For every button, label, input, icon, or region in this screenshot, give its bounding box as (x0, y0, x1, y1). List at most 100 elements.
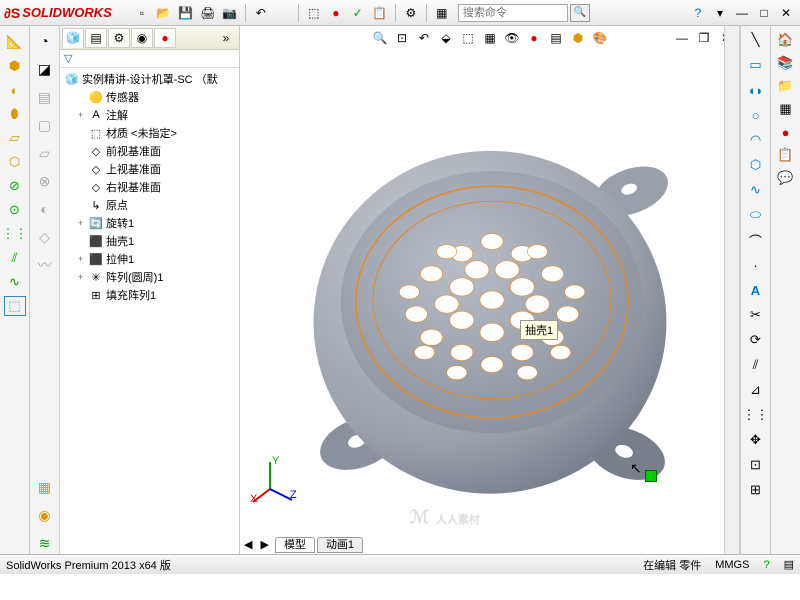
open-icon[interactable]: 📂 (154, 3, 174, 23)
display-style-icon[interactable]: ▦ (480, 28, 500, 48)
tree-item[interactable]: ⬛抽壳1 (60, 232, 239, 250)
mirror-icon[interactable]: ⫽ (4, 248, 26, 268)
status-tags-icon[interactable]: ▤ (784, 558, 794, 571)
status-units[interactable]: MMGS (715, 559, 749, 571)
rebuild-icon[interactable]: ● (326, 3, 346, 23)
tab-feature-tree[interactable]: 🧊 (62, 28, 84, 48)
viewport-tab[interactable]: 动画1 (317, 537, 363, 553)
mirror-sketch-icon[interactable]: ⊿ (745, 380, 767, 400)
spline-tool-icon[interactable]: ∿ (745, 180, 767, 200)
smart-dimension-icon[interactable]: 📐 (4, 32, 26, 52)
filter-icon[interactable]: ▽ (64, 52, 72, 65)
print-icon[interactable]: 🖨 (198, 3, 218, 23)
rib-icon[interactable]: ▤ (34, 86, 56, 108)
arc-icon[interactable]: ◠ (745, 130, 767, 150)
search-input[interactable] (458, 4, 568, 22)
tree-item[interactable]: ◇前视基准面 (60, 142, 239, 160)
file-explorer-icon[interactable]: 📁 (775, 76, 797, 96)
view-settings-icon[interactable]: ⬢ (568, 28, 588, 48)
tab-scroll-left-icon[interactable]: ◀ (240, 538, 256, 551)
display-relations-icon[interactable]: ⊡ (745, 455, 767, 475)
tree-root[interactable]: 🧊 实例精讲-设计机罩-SC （默 (60, 70, 239, 88)
instant3d-icon[interactable]: ▦ (34, 476, 56, 498)
line-icon[interactable]: ╲ (745, 30, 767, 50)
redo-icon[interactable] (273, 3, 293, 23)
appearances-icon[interactable]: ● (775, 122, 797, 142)
wrap-icon[interactable]: ⊗ (34, 170, 56, 192)
taskpane-collapsed[interactable] (724, 26, 740, 554)
tab-display-mgr[interactable]: ● (154, 28, 176, 48)
new-icon[interactable]: ▫ (132, 3, 152, 23)
expander-icon[interactable]: + (78, 272, 88, 282)
extrude-cut-icon[interactable]: ⬡ (4, 152, 26, 172)
trim-icon[interactable]: ✂ (745, 305, 767, 325)
fillet-icon[interactable]: ◔ (34, 30, 56, 52)
slot-icon[interactable]: ◖◗ (745, 80, 767, 100)
ref-geom-icon[interactable]: ◇ (34, 226, 56, 248)
tree-item[interactable]: ⬚材质 <未指定> (60, 124, 239, 142)
tree-item[interactable]: 🟡传感器 (60, 88, 239, 106)
save-icon[interactable]: 💾 (176, 3, 196, 23)
screen-capture-icon[interactable]: 📷 (220, 3, 240, 23)
zoom-fit-icon[interactable]: 🔍 (370, 28, 390, 48)
extrude-boss-icon[interactable]: ⬢ (4, 56, 26, 76)
tab-expand-icon[interactable]: » (215, 28, 237, 48)
settings-icon[interactable]: ⚙ (401, 3, 421, 23)
options-icon[interactable]: ✓ (348, 3, 368, 23)
viewport-tab[interactable]: 模型 (275, 537, 315, 553)
sweep-boss-icon[interactable]: ⬮ (4, 104, 26, 124)
tab-dimxpert[interactable]: ◉ (131, 28, 153, 48)
undo-icon[interactable]: ↶ (251, 3, 271, 23)
loft-boss-icon[interactable]: ▱ (4, 128, 26, 148)
convert-icon[interactable]: ⟳ (745, 330, 767, 350)
prev-view-icon[interactable]: ↶ (414, 28, 434, 48)
tree-item[interactable]: ◇右视基准面 (60, 178, 239, 196)
point-icon[interactable]: · (745, 255, 767, 275)
custom-props-icon[interactable]: 📋 (775, 145, 797, 165)
revolve-cut-icon[interactable]: ⊙ (4, 200, 26, 220)
rectangle-select-icon[interactable]: ⬚ (4, 296, 26, 316)
pattern-sketch-icon[interactable]: ⋮⋮ (745, 405, 767, 425)
search-button[interactable]: 🔍 (570, 4, 590, 22)
tree-item[interactable]: +⬛拉伸1 (60, 250, 239, 268)
tab-property-mgr[interactable]: ▤ (85, 28, 107, 48)
quick-snaps-icon[interactable]: ⊞ (745, 480, 767, 500)
tree-item[interactable]: +🔄旋转1 (60, 214, 239, 232)
sw-forum-icon[interactable]: 💬 (775, 168, 797, 188)
draft-icon[interactable]: ▱ (34, 142, 56, 164)
expander-icon[interactable]: + (78, 218, 88, 228)
hide-show-icon[interactable]: 👁 (502, 28, 522, 48)
linear-pattern-icon[interactable]: ⋮⋮ (4, 224, 26, 244)
view-orientation-icon[interactable]: ⬚ (458, 28, 478, 48)
chamfer-icon[interactable]: ◪ (34, 58, 56, 80)
view-palette-icon[interactable]: ▦ (775, 99, 797, 119)
render-tools-icon[interactable]: 🎨 (590, 28, 610, 48)
tree-item[interactable]: +A注解 (60, 106, 239, 124)
help-icon[interactable]: ? (688, 3, 708, 23)
design-library-icon[interactable]: 📚 (775, 53, 797, 73)
hole-wizard-icon[interactable]: ⊘ (4, 176, 26, 196)
dropdown-icon[interactable]: ▾ (710, 3, 730, 23)
close-icon[interactable]: ✕ (776, 3, 796, 23)
status-rebuild-icon[interactable]: ? (763, 559, 769, 571)
curves-icon[interactable]: 〰 (34, 254, 56, 276)
selection-handle[interactable] (645, 470, 657, 482)
polygon-icon[interactable]: ⬡ (745, 155, 767, 175)
select-icon[interactable]: ⬚ (304, 3, 324, 23)
spline-icon[interactable]: ∿ (4, 272, 26, 292)
revolve-boss-icon[interactable]: ◐ (4, 80, 26, 100)
expander-icon[interactable]: + (78, 110, 88, 120)
minimize-icon[interactable]: ― (732, 3, 752, 23)
fillet-sketch-icon[interactable]: ⌒ (745, 230, 767, 250)
dome-icon[interactable]: ◐ (34, 198, 56, 220)
tree-item[interactable]: ↳原点 (60, 196, 239, 214)
section-view-icon[interactable]: ⬙ (436, 28, 456, 48)
tab-config-mgr[interactable]: ⚙ (108, 28, 130, 48)
edit-appearance-icon[interactable]: ● (524, 28, 544, 48)
model-canvas[interactable]: Y X Z ℳ 人人素材 抽壳1 ↖ (240, 50, 740, 534)
tree-item[interactable]: ◇上视基准面 (60, 160, 239, 178)
zoom-area-icon[interactable]: ⊡ (392, 28, 412, 48)
corner-rect-icon[interactable]: ▭ (745, 55, 767, 75)
move-icon[interactable]: ✥ (745, 430, 767, 450)
apply-scene-icon[interactable]: ▤ (546, 28, 566, 48)
